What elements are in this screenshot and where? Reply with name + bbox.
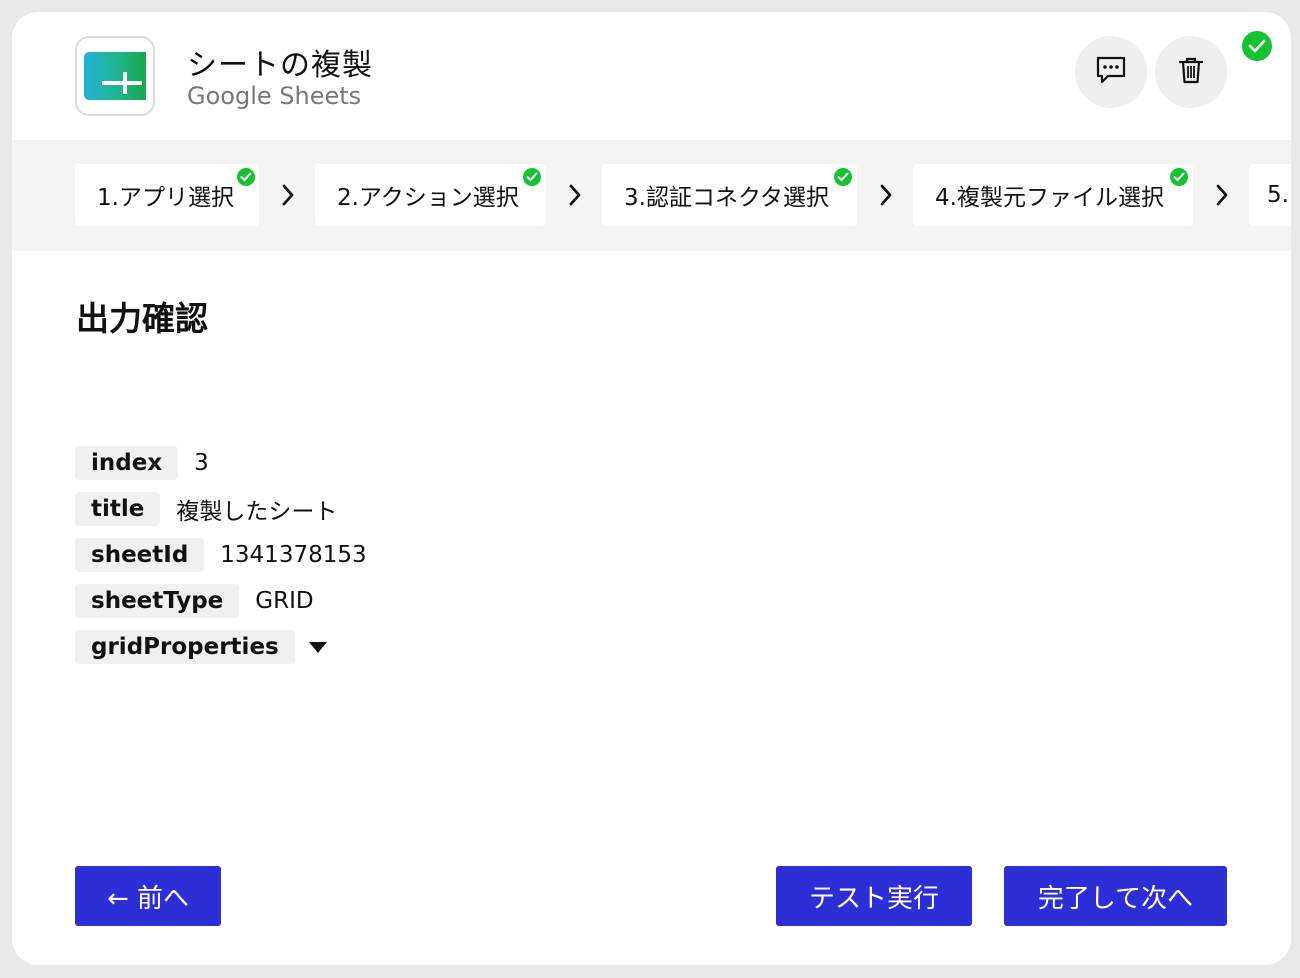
action-card: シートの複製 Google Sheets 1.アプリ選択 2.アクション選択 3… xyxy=(12,12,1291,965)
step-4[interactable]: 4.複製元ファイル選択 xyxy=(913,164,1193,226)
field-key: sheetId xyxy=(75,538,205,572)
step-2[interactable]: 2.アクション選択 xyxy=(315,164,546,226)
field-key: title xyxy=(75,492,161,526)
output-field-sheettype: sheetType GRID xyxy=(75,584,314,618)
chevron-right-icon xyxy=(282,184,294,206)
app-name: Google Sheets xyxy=(187,82,362,110)
test-run-button[interactable]: テスト実行 xyxy=(776,866,972,926)
complete-next-button[interactable]: 完了して次へ xyxy=(1004,866,1227,926)
prev-button[interactable]: ← 前へ xyxy=(75,866,221,926)
field-key: index xyxy=(75,446,179,480)
output-field-gridproperties[interactable]: gridProperties xyxy=(75,630,327,664)
step-done-icon xyxy=(237,168,255,186)
output-field-sheetid: sheetId 1341378153 xyxy=(75,538,367,572)
output-field-title: title 複製したシート xyxy=(75,492,337,526)
field-key: gridProperties xyxy=(75,630,295,664)
chevron-right-icon xyxy=(880,184,892,206)
step-5[interactable]: 5. xyxy=(1249,164,1291,226)
step-done-icon xyxy=(523,168,541,186)
step-3[interactable]: 3.認証コネクタ選択 xyxy=(602,164,857,226)
page-title: シートの複製 xyxy=(187,48,373,83)
comment-icon xyxy=(1095,55,1127,89)
field-value: 複製したシート xyxy=(176,499,338,525)
complete-check-icon xyxy=(1242,31,1272,61)
step-navigation: 1.アプリ選択 2.アクション選択 3.認証コネクタ選択 4.複製元ファイル選択 xyxy=(12,140,1291,251)
field-key: sheetType xyxy=(75,584,240,618)
step-1[interactable]: 1.アプリ選択 xyxy=(75,164,259,226)
step-label: 3.認証コネクタ選択 xyxy=(624,185,830,211)
chevron-right-icon xyxy=(569,184,581,206)
step-done-icon xyxy=(834,168,852,186)
expand-caret-icon[interactable] xyxy=(308,641,327,653)
trash-icon xyxy=(1178,56,1204,88)
chevron-right-icon xyxy=(1216,184,1228,206)
step-label: 5. xyxy=(1267,182,1289,208)
google-sheets-icon xyxy=(75,36,155,116)
step-label: 4.複製元ファイル選択 xyxy=(935,185,1164,211)
step-label: 1.アプリ選択 xyxy=(97,185,234,211)
field-value: GRID xyxy=(255,588,314,614)
output-field-index: index 3 xyxy=(75,446,209,480)
step-label: 2.アクション選択 xyxy=(337,185,519,211)
step-done-icon xyxy=(1170,168,1188,186)
section-title: 出力確認 xyxy=(76,299,208,338)
delete-button[interactable] xyxy=(1155,36,1227,108)
field-value: 3 xyxy=(194,450,209,476)
comment-button[interactable] xyxy=(1075,36,1147,108)
field-value: 1341378153 xyxy=(220,542,367,568)
